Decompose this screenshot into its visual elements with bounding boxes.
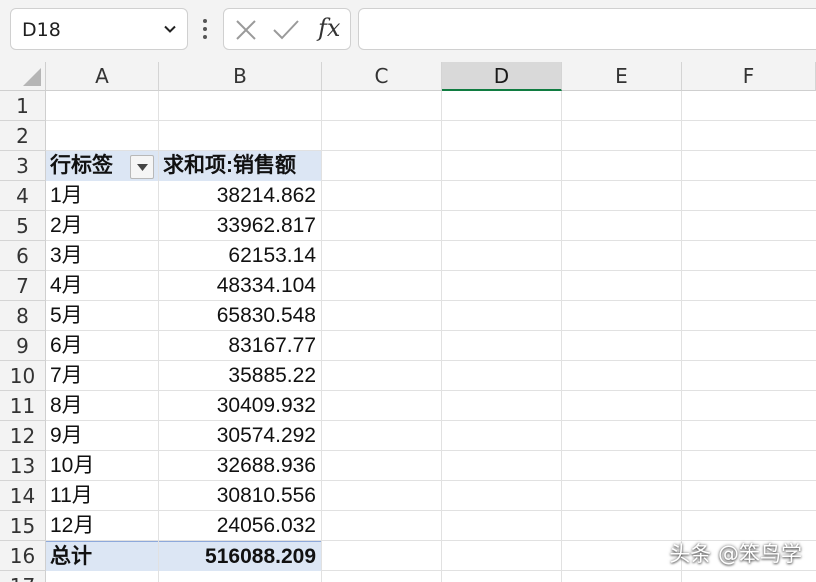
name-box-value: D18: [22, 19, 61, 41]
pivot-row-label[interactable]: 7月: [46, 361, 158, 391]
gridline-row: [46, 120, 816, 121]
pivot-row-value[interactable]: 32688.936: [159, 451, 321, 481]
row-header-6[interactable]: 6: [0, 241, 46, 271]
chevron-down-icon[interactable]: [163, 22, 177, 36]
row-header-5[interactable]: 5: [0, 211, 46, 241]
pivot-row-value[interactable]: 30409.932: [159, 391, 321, 421]
pivot-value-header[interactable]: 求和项:销售额: [159, 151, 321, 181]
pivot-row-label[interactable]: 1月: [46, 181, 158, 211]
more-options-icon[interactable]: [200, 16, 210, 42]
dropdown-arrow-icon: [137, 164, 148, 171]
row-header-11[interactable]: 11: [0, 391, 46, 421]
select-all-button[interactable]: [0, 62, 46, 91]
row-header-1[interactable]: 1: [0, 91, 46, 121]
row-header-10[interactable]: 10: [0, 361, 46, 391]
gridline-col: [681, 91, 682, 582]
pivot-row-label[interactable]: 10月: [46, 451, 158, 481]
pivot-row-value[interactable]: 30574.292: [159, 421, 321, 451]
column-header-a[interactable]: A: [46, 62, 159, 91]
pivot-row-value[interactable]: 24056.032: [159, 511, 321, 541]
pivot-row-value[interactable]: 30810.556: [159, 481, 321, 511]
pivot-row-value[interactable]: 48334.104: [159, 271, 321, 301]
pivot-row-value[interactable]: 62153.14: [159, 241, 321, 271]
pivot-row-label[interactable]: 3月: [46, 241, 158, 271]
watermark: 头条 @笨鸟学: [669, 542, 802, 566]
column-header-f[interactable]: F: [682, 62, 816, 91]
pivot-row-label[interactable]: 12月: [46, 511, 158, 541]
formula-input[interactable]: [358, 8, 816, 50]
name-box[interactable]: D18: [10, 8, 188, 50]
check-icon[interactable]: [272, 18, 300, 42]
pivot-row-label[interactable]: 4月: [46, 271, 158, 301]
row-header-17[interactable]: 17: [0, 571, 46, 582]
row-header-4[interactable]: 4: [0, 181, 46, 211]
pivot-row-value[interactable]: 83167.77: [159, 331, 321, 361]
gridline-col: [321, 91, 322, 582]
pivot-row-value[interactable]: 35885.22: [159, 361, 321, 391]
pivot-row-label[interactable]: 11月: [46, 481, 158, 511]
worksheet-grid: ABCDEF 1234567891011121314151617 行标签求和项:…: [0, 62, 816, 582]
pivot-row-label[interactable]: 8月: [46, 391, 158, 421]
row-header-16[interactable]: 16: [0, 541, 46, 571]
pivot-row-value[interactable]: 38214.862: [159, 181, 321, 211]
row-header-9[interactable]: 9: [0, 331, 46, 361]
pivot-row-label[interactable]: 6月: [46, 331, 158, 361]
row-header-7[interactable]: 7: [0, 271, 46, 301]
row-labels-filter-button[interactable]: [130, 155, 154, 179]
select-all-triangle-icon: [23, 68, 41, 86]
row-header-8[interactable]: 8: [0, 301, 46, 331]
pivot-row-label[interactable]: 5月: [46, 301, 158, 331]
gridline-col: [441, 91, 442, 582]
column-header-b[interactable]: B: [159, 62, 322, 91]
pivot-row-label[interactable]: 2月: [46, 211, 158, 241]
row-header-13[interactable]: 13: [0, 451, 46, 481]
row-header-3[interactable]: 3: [0, 151, 46, 181]
formula-bar: D18 fx: [0, 0, 816, 62]
pivot-row-label[interactable]: 9月: [46, 421, 158, 451]
row-header-2[interactable]: 2: [0, 121, 46, 151]
formula-buttons: fx: [223, 8, 351, 50]
row-header-12[interactable]: 12: [0, 421, 46, 451]
column-header-c[interactable]: C: [322, 62, 442, 91]
pivot-row-value[interactable]: 65830.548: [159, 301, 321, 331]
row-header-15[interactable]: 15: [0, 511, 46, 541]
row-header-14[interactable]: 14: [0, 481, 46, 511]
pivot-row-value[interactable]: 33962.817: [159, 211, 321, 241]
column-header-d[interactable]: D: [442, 62, 562, 91]
cancel-icon[interactable]: [234, 18, 258, 42]
insert-function-button[interactable]: fx: [318, 14, 340, 42]
gridline-col: [561, 91, 562, 582]
pivot-total-value[interactable]: 516088.209: [159, 541, 321, 571]
column-header-e[interactable]: E: [562, 62, 682, 91]
pivot-total-label[interactable]: 总计: [46, 541, 158, 571]
